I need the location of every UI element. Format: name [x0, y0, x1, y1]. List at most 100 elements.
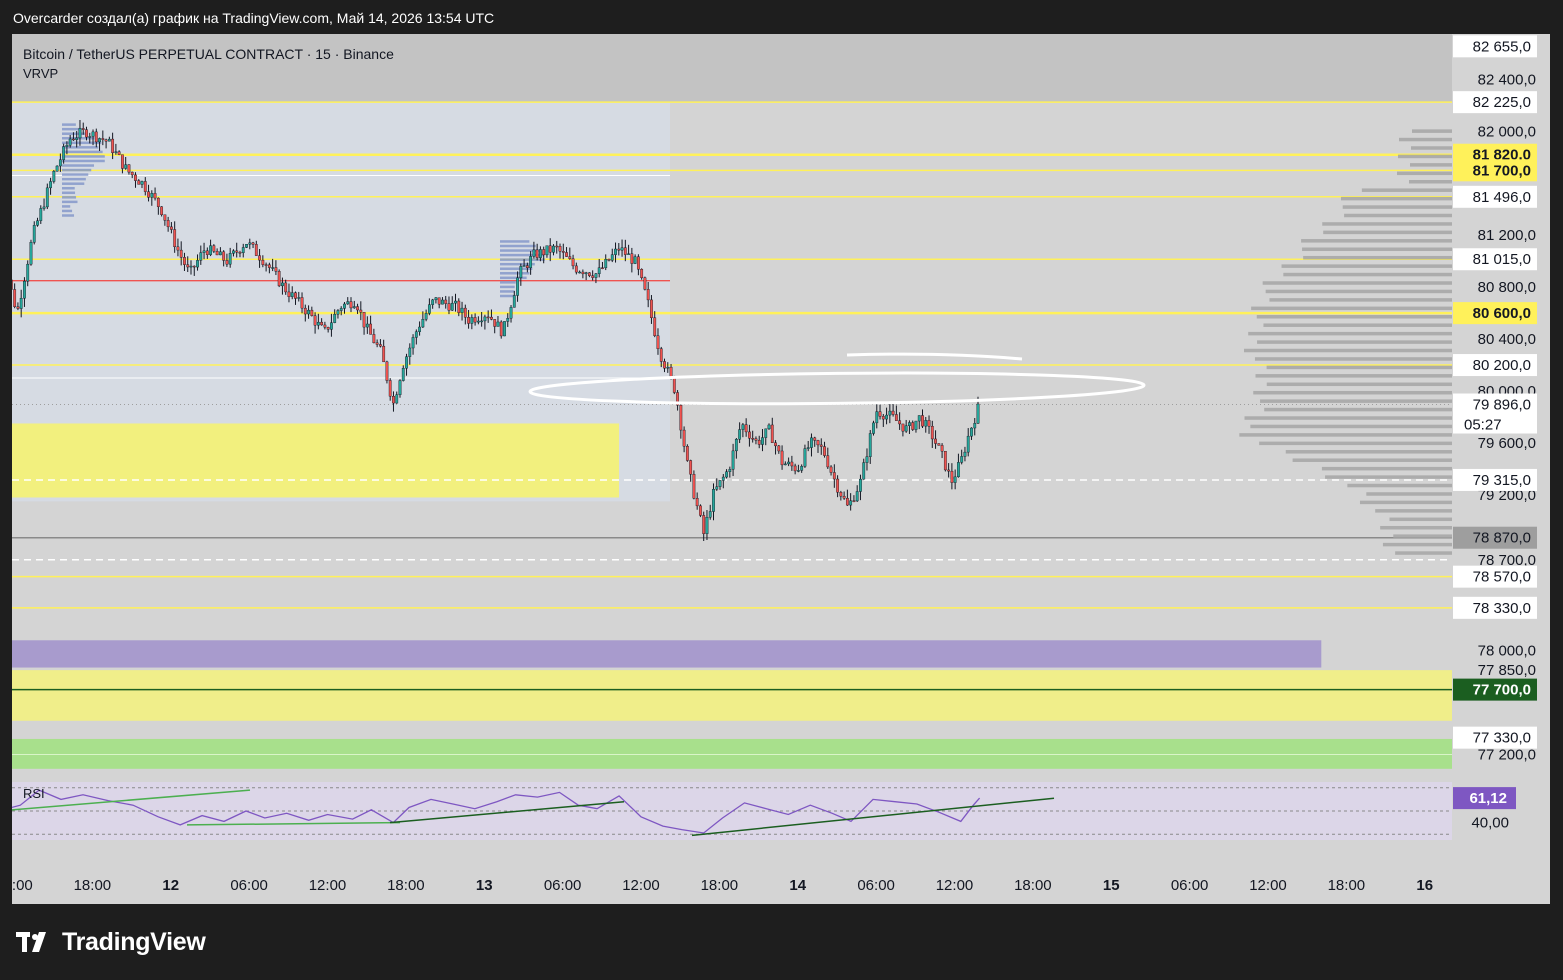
candle-body	[284, 282, 288, 293]
candle-body	[307, 309, 310, 315]
candle-body	[715, 486, 719, 490]
candle-body	[111, 138, 115, 153]
candle-body	[418, 326, 421, 332]
time-tick-label: 14	[789, 877, 806, 894]
candle-body	[764, 428, 768, 438]
candle-body	[751, 438, 755, 440]
time-tick-label: 06:00	[857, 877, 895, 894]
candle-body	[457, 300, 461, 313]
time-tick-label: 12:00	[12, 877, 33, 894]
candle-body	[346, 301, 350, 305]
indicator-label-vrvp[interactable]: VRVP	[23, 66, 58, 81]
candle-body	[124, 164, 128, 169]
candle-body	[806, 447, 810, 449]
candle-body	[568, 256, 572, 259]
volume-profile-bar	[1256, 315, 1452, 319]
candle-body	[943, 450, 947, 471]
candle-body	[493, 319, 497, 327]
candle-body	[699, 505, 702, 516]
candle-body	[803, 448, 807, 467]
candle-body	[512, 295, 516, 308]
time-tick-label: 12	[162, 877, 179, 894]
candle-body	[183, 257, 186, 265]
candle-body	[121, 154, 124, 169]
candle-body	[359, 309, 363, 313]
time-tick-label: 13	[476, 877, 493, 894]
candle-body	[973, 423, 977, 429]
tradingview-logo-icon	[16, 931, 46, 952]
candle-body	[166, 220, 170, 228]
candle-body	[411, 337, 415, 349]
tradingview-logo[interactable]: TradingView	[16, 928, 206, 957]
candle-body	[898, 420, 902, 425]
candle-body	[539, 249, 542, 258]
candle-body	[904, 425, 908, 432]
candle-body	[271, 267, 275, 269]
candle-body	[770, 424, 774, 443]
candle-body	[702, 515, 706, 534]
symbol-title[interactable]: Bitcoin / TetherUS PERPETUAL CONTRACT · …	[23, 46, 394, 62]
candle-body	[777, 445, 781, 452]
volume-profile-bar	[1244, 348, 1452, 353]
session-profile-bar-0	[62, 209, 73, 213]
candle-body	[561, 251, 565, 253]
session-profile-bar-0	[62, 186, 75, 190]
candle-body	[147, 191, 150, 198]
candle-body	[29, 242, 33, 265]
chart-canvas[interactable]: RSI 82 400,0 82 000,0 81 200,0 80 800,0 80 40…	[12, 34, 1550, 904]
candle-body	[875, 411, 879, 424]
candle-body	[800, 466, 804, 471]
price-label: 78 570,0	[1473, 569, 1531, 586]
candle-body	[868, 433, 872, 457]
zone-3	[12, 738, 1535, 769]
candle-body	[467, 317, 470, 324]
zone-0	[12, 423, 620, 498]
candle-body	[261, 259, 265, 265]
session-profile-bar-0	[62, 132, 88, 135]
candle-body	[163, 214, 167, 221]
candle-body	[444, 299, 448, 304]
candle-body	[36, 220, 39, 226]
candle-body	[666, 366, 670, 369]
volume-profile-bar	[1285, 450, 1452, 454]
session-profile-bar-1	[500, 244, 536, 248]
candle-body	[424, 313, 428, 320]
price-tick-label: 82 000,0	[1478, 123, 1536, 140]
time-tick-label: 18:00	[74, 877, 112, 894]
price-label-countdown: 05:27	[1464, 417, 1502, 434]
time-tick-label: 12:00	[936, 877, 974, 894]
candle-body	[548, 245, 552, 253]
candle-body	[617, 248, 621, 251]
candle-body	[235, 250, 239, 253]
candle-body	[607, 258, 611, 261]
session-profile-bar-0	[62, 155, 105, 158]
candle-body	[75, 137, 79, 140]
candle-body	[623, 247, 627, 255]
candle-body	[281, 282, 284, 287]
candle-body	[891, 410, 895, 415]
candle-body	[503, 321, 506, 337]
candle-body	[294, 292, 297, 299]
chart-frame[interactable]: RSI 82 400,0 82 000,0 81 200,0 80 800,0 80 40…	[12, 34, 1550, 904]
session-profile-bar-1	[500, 240, 530, 243]
volume-profile-bar	[1265, 289, 1452, 294]
candle-body	[845, 497, 849, 506]
price-label: 80 200,0	[1473, 357, 1531, 374]
candle-body	[542, 249, 546, 256]
candle-body	[894, 414, 898, 421]
candle-body	[251, 242, 255, 245]
candle-body	[708, 511, 712, 518]
candle-body	[859, 478, 862, 492]
candle-body	[215, 251, 219, 256]
candle-body	[646, 289, 650, 301]
candle-body	[375, 342, 379, 345]
candle-body	[401, 368, 405, 381]
candle-body	[209, 245, 212, 255]
session-profile-bar-1	[500, 281, 516, 284]
session-profile-bar-0	[62, 127, 82, 131]
session-profile-bar-1	[500, 290, 515, 293]
candle-body	[196, 260, 199, 268]
candle-body	[839, 492, 843, 497]
price-label: 81 496,0	[1473, 189, 1531, 206]
candle-body	[823, 446, 826, 456]
